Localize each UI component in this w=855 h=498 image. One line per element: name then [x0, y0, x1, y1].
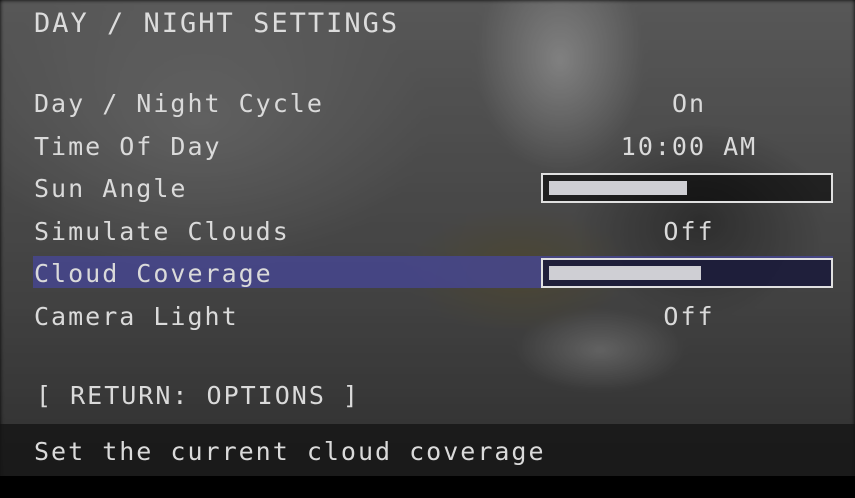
simulate-clouds-value[interactable]: Off [545, 217, 833, 246]
time-of-day-value[interactable]: 10:00 AM [545, 132, 833, 161]
menu-item-label: Time Of Day [34, 131, 222, 161]
menu-item-label: Cloud Coverage [34, 259, 273, 288]
help-bar: Set the current cloud coverage [0, 424, 855, 476]
cloud-coverage-slider[interactable] [541, 258, 833, 288]
page-title: DAY / NIGHT SETTINGS [34, 8, 400, 39]
menu-item-label: Simulate Clouds [34, 216, 290, 246]
game-settings-screen: DAY / NIGHT SETTINGS Day / Night Cycle O… [0, 0, 855, 498]
slider-fill [549, 266, 701, 280]
slider-fill [549, 181, 687, 195]
menu-item-label: Day / Night Cycle [34, 89, 324, 118]
bottom-letterbox [0, 476, 855, 498]
return-options-button[interactable]: [ RETURN: OPTIONS ] [36, 381, 360, 410]
menu-item-label: Camera Light [34, 301, 239, 331]
camera-light-value[interactable]: Off [545, 302, 833, 331]
menu-item-camera-light[interactable]: Camera Light Off [0, 298, 855, 341]
settings-menu: Day / Night Cycle On Time Of Day 10:00 A… [0, 85, 855, 340]
menu-item-time-of-day[interactable]: Time Of Day 10:00 AM [0, 128, 855, 171]
menu-item-label: Sun Angle [34, 174, 188, 203]
menu-item-sun-angle[interactable]: Sun Angle [0, 170, 855, 213]
day-night-cycle-value[interactable]: On [545, 89, 833, 118]
menu-item-simulate-clouds[interactable]: Simulate Clouds Off [0, 213, 855, 256]
sun-angle-slider[interactable] [541, 173, 833, 203]
menu-item-cloud-coverage[interactable]: Cloud Coverage [0, 255, 855, 298]
help-text: Set the current cloud coverage [34, 437, 546, 466]
menu-item-day-night-cycle[interactable]: Day / Night Cycle On [0, 85, 855, 128]
